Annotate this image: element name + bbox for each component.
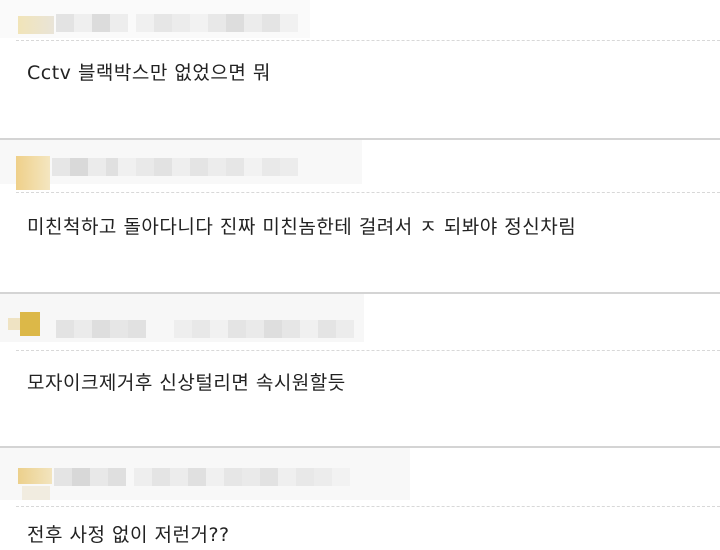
comment-item: Cctv 블랙박스만 없었으면 뭐 — [0, 0, 720, 138]
divider — [16, 506, 720, 507]
blurred-date — [134, 468, 350, 486]
avatar — [18, 16, 54, 34]
blurred-username — [56, 320, 146, 338]
blurred-date — [118, 158, 298, 176]
blurred-username — [54, 468, 126, 486]
comment-text: Cctv 블랙박스만 없었으면 뭐 — [27, 62, 271, 84]
divider — [16, 40, 720, 41]
comment-text: 모자이크제거후 신상털리면 속시원할듯 — [27, 372, 346, 394]
avatar-blur — [22, 486, 50, 500]
comment-item: 모자이크제거후 신상털리면 속시원할듯 — [0, 294, 720, 446]
comment-text: 전후 사정 없이 저런거?? — [27, 524, 230, 546]
divider — [16, 350, 720, 351]
divider — [16, 192, 720, 193]
blurred-date — [174, 320, 354, 338]
avatar-blur — [8, 318, 20, 330]
avatar — [18, 468, 52, 484]
comment-text: 미친척하고 돌아다니다 진짜 미친놈한테 걸려서 ㅈ 되봐야 정신차림 — [27, 216, 577, 238]
blurred-username — [52, 158, 124, 176]
avatar — [20, 312, 40, 336]
blurred-username — [56, 14, 128, 32]
blurred-date — [136, 14, 298, 32]
comment-item: 미친척하고 돌아다니다 진짜 미친놈한테 걸려서 ㅈ 되봐야 정신차림 — [0, 140, 720, 292]
avatar — [16, 156, 50, 190]
comment-item: 전후 사정 없이 저런거?? — [0, 448, 720, 550]
